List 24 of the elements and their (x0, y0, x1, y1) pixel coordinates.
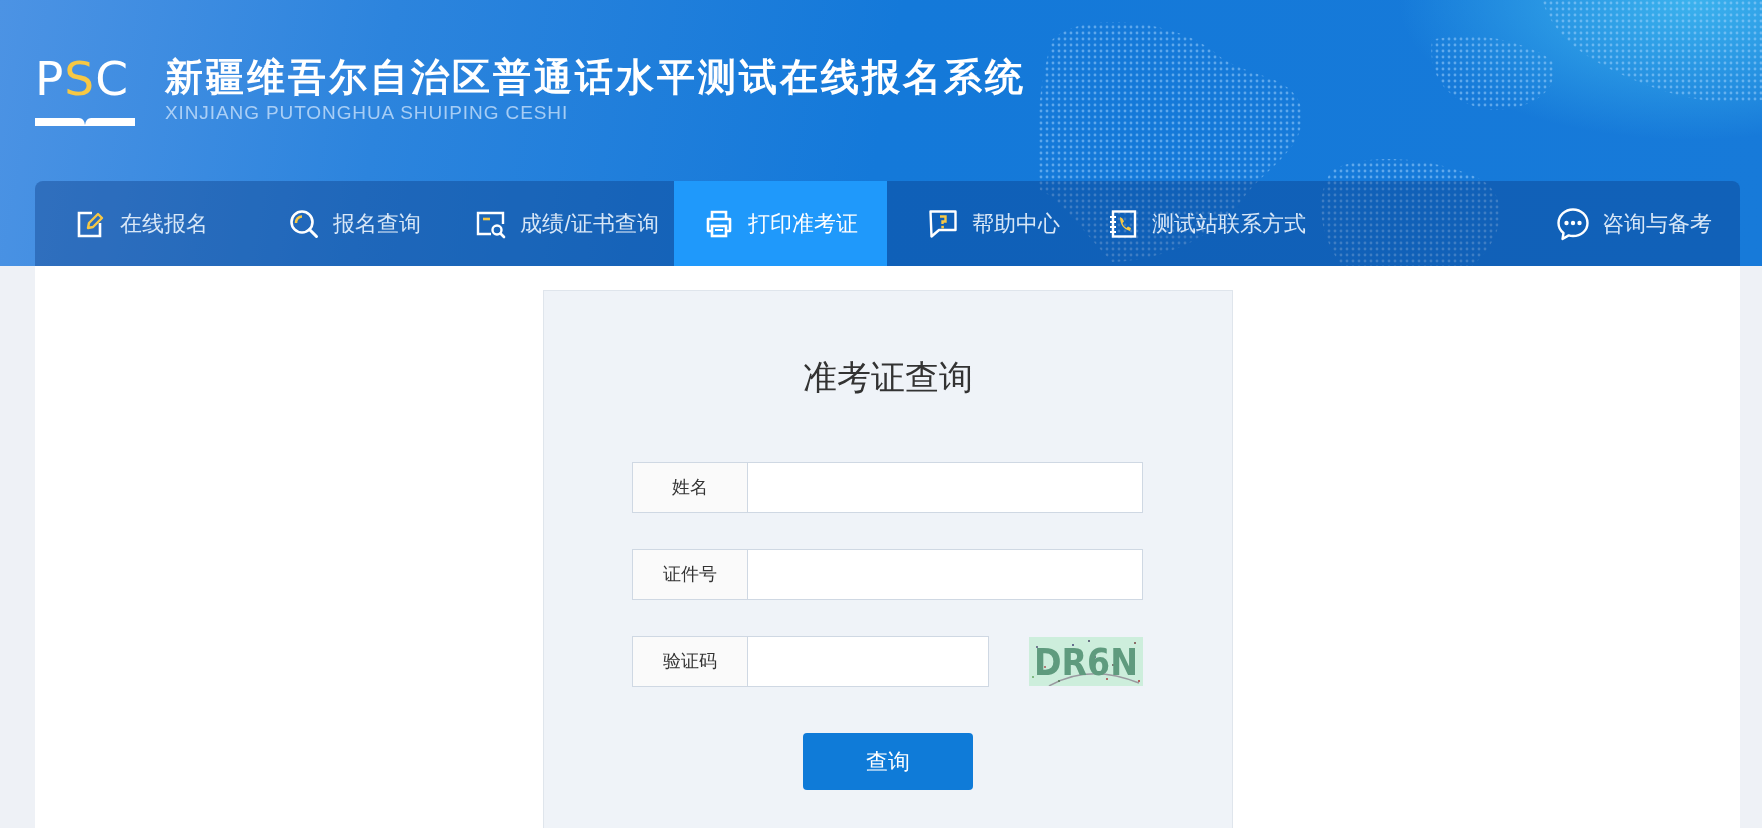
field-label: 证件号 (632, 549, 747, 600)
input-field[interactable] (747, 636, 989, 687)
nav-tab[interactable]: 打印准考证 (674, 181, 887, 266)
nav-tab[interactable]: 在线报名 (35, 181, 248, 266)
nav-tab[interactable]: 帮助中心 (887, 181, 1100, 266)
form-title: 准考证查询 (801, 357, 974, 398)
input-field[interactable] (747, 549, 1143, 600)
site-subtitle: XINJIANG PUTONGHUA SHUIPING CESHI (165, 101, 570, 125)
input-field[interactable] (747, 462, 1143, 513)
field-label: 验证码 (632, 636, 747, 687)
phone-book-icon (1107, 208, 1138, 239)
question-bubble-icon (927, 208, 958, 239)
chat-bubble-icon (1556, 206, 1590, 241)
nav-tab[interactable]: 测试站联系方式 (1100, 181, 1313, 266)
submit-button[interactable]: 查询 (802, 733, 973, 790)
captcha-image[interactable]: DR6N (1029, 637, 1143, 686)
book-base-icon (35, 116, 135, 126)
nav-tab[interactable]: 成绩/证书查询 (461, 181, 674, 266)
nav-tab[interactable]: 报名查询 (248, 181, 461, 266)
consult-link[interactable]: 咨询与备考 (1556, 181, 1740, 266)
field-label: 姓名 (632, 462, 747, 513)
logo-text: PSC (35, 55, 129, 102)
site-title: 新疆维吾尔自治区普通话水平测试在线报名系统 (165, 56, 1026, 100)
search-icon (288, 208, 319, 239)
